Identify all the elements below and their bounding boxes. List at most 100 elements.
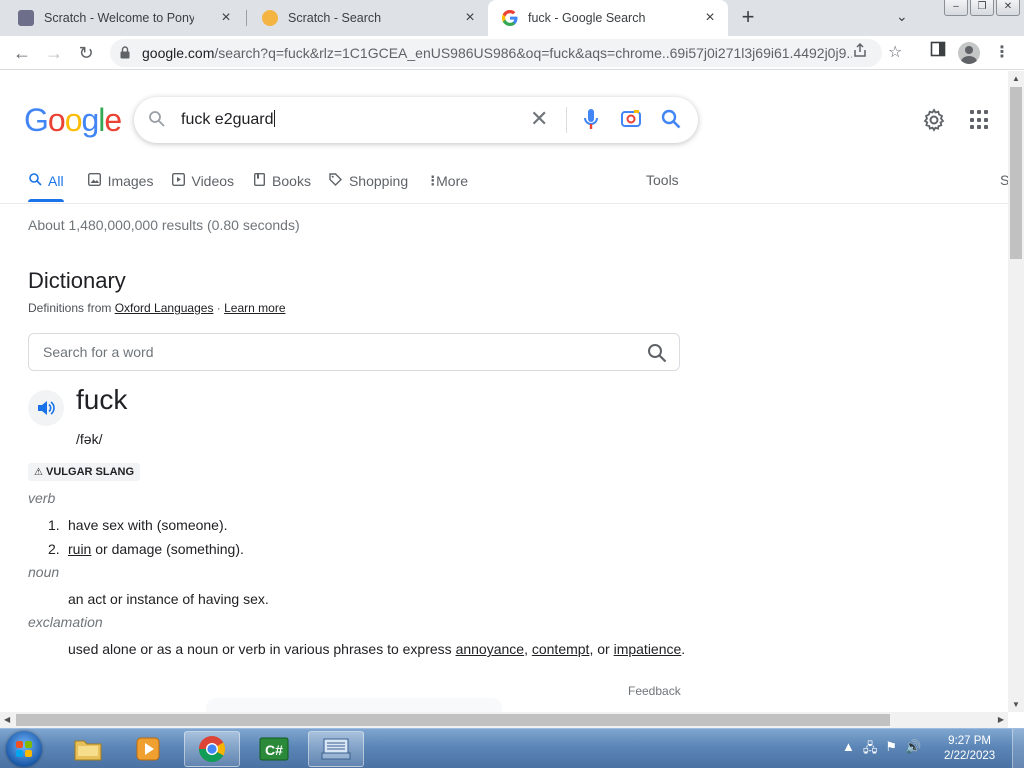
more-vert-icon: ⋮ bbox=[426, 173, 440, 188]
tab-title: fuck - Google Search bbox=[528, 11, 646, 25]
forward-arrow-icon[interactable]: → bbox=[42, 41, 66, 65]
google-favicon-icon bbox=[502, 10, 518, 26]
bookmark-star-icon[interactable]: ☆ bbox=[888, 42, 902, 62]
minimize-button[interactable]: ‒ bbox=[944, 0, 968, 16]
annoyance-link[interactable]: annoyance bbox=[456, 641, 525, 657]
separator: , bbox=[524, 641, 532, 657]
part-of-speech-exclamation: exclamation bbox=[28, 614, 103, 630]
horizontal-scrollbar[interactable]: ◀ ▶ bbox=[0, 712, 1008, 728]
close-window-button[interactable]: ✕ bbox=[996, 0, 1020, 16]
dictionary-search-input[interactable]: Search for a word bbox=[28, 333, 680, 371]
tab-books[interactable]: Books bbox=[252, 170, 311, 192]
divider bbox=[566, 107, 567, 133]
search-box[interactable]: fuck e2guard ✕ bbox=[134, 97, 698, 143]
phonetic-text: /fək/ bbox=[76, 431, 103, 447]
microphone-icon[interactable] bbox=[582, 108, 600, 137]
impatience-link[interactable]: impatience bbox=[614, 641, 682, 657]
volume-icon[interactable]: 🔊 bbox=[905, 739, 921, 761]
google-logo[interactable]: Google bbox=[24, 102, 122, 139]
warning-icon: ⚠ bbox=[34, 467, 43, 478]
register-badge: ⚠ VULGAR SLANG bbox=[28, 463, 141, 481]
dictionary-search-placeholder: Search for a word bbox=[43, 344, 154, 360]
new-tab-button[interactable]: + bbox=[736, 6, 760, 30]
vertical-scroll-thumb[interactable] bbox=[1010, 87, 1022, 259]
close-tab-icon[interactable]: × bbox=[702, 10, 718, 26]
media-player-icon bbox=[136, 737, 160, 761]
show-hidden-icons-icon[interactable]: ▲ bbox=[842, 739, 855, 761]
vertical-scrollbar[interactable]: ▲ ▼ bbox=[1008, 71, 1024, 712]
taskbar-csharp-app[interactable]: C# bbox=[246, 731, 302, 767]
active-tab-indicator bbox=[28, 199, 64, 202]
pronunciation-speaker-button[interactable] bbox=[28, 390, 64, 426]
address-bar[interactable]: google.com/search?q=fuck&rlz=1C1GCEA_enU… bbox=[110, 39, 902, 67]
part-of-speech-verb: verb bbox=[28, 490, 56, 506]
logo-letter: o bbox=[47, 102, 66, 138]
restore-button[interactable]: ❐ bbox=[970, 0, 994, 16]
network-icon[interactable]: 🖧 bbox=[863, 739, 878, 761]
start-button[interactable] bbox=[6, 731, 42, 767]
settings-gear-icon[interactable] bbox=[922, 108, 946, 137]
taskbar-media-player[interactable] bbox=[120, 731, 176, 767]
scroll-down-arrow-icon[interactable]: ▼ bbox=[1012, 700, 1020, 709]
scroll-right-arrow-icon[interactable]: ▶ bbox=[998, 715, 1004, 724]
definition-text: or damage (something). bbox=[91, 541, 244, 557]
feedback-link[interactable]: Feedback bbox=[628, 684, 681, 698]
show-desktop-button[interactable] bbox=[1012, 729, 1024, 768]
tools-button[interactable]: Tools bbox=[646, 172, 679, 188]
side-panel-icon[interactable] bbox=[926, 41, 950, 65]
windows-taskbar: C# ▲ 🖧 ⚑ 🔊 9:27 PM 2/22/2023 bbox=[0, 728, 1024, 768]
tab-search-chevron-icon[interactable]: ⌄ bbox=[896, 8, 908, 25]
chrome-icon bbox=[198, 736, 226, 763]
tab-more[interactable]: ⋮ More bbox=[426, 170, 468, 192]
tab-all[interactable]: All bbox=[28, 170, 64, 192]
logo-letter: G bbox=[24, 102, 49, 138]
close-tab-icon[interactable]: × bbox=[462, 10, 478, 26]
scroll-up-arrow-icon[interactable]: ▲ bbox=[1012, 74, 1020, 83]
browser-menu-icon[interactable]: ⋮ bbox=[990, 41, 1014, 65]
scroll-left-arrow-icon[interactable]: ◀ bbox=[4, 715, 10, 724]
browser-tab-strip: Scratch - Welcome to Pony Scratch × Scra… bbox=[0, 0, 1024, 36]
close-tab-icon[interactable]: × bbox=[218, 10, 234, 26]
browser-tab-pony-scratch[interactable]: Scratch - Welcome to Pony Scratch × bbox=[4, 0, 244, 36]
browser-tab-scratch-search[interactable]: Scratch - Search × bbox=[248, 0, 488, 36]
learn-more-link[interactable]: Learn more bbox=[224, 301, 285, 315]
reload-icon[interactable]: ↻ bbox=[74, 41, 98, 65]
clear-search-icon[interactable]: ✕ bbox=[530, 108, 548, 130]
tab-separator bbox=[246, 10, 247, 26]
taskbar-clock[interactable]: 9:27 PM 2/22/2023 bbox=[944, 734, 995, 764]
definition-item: 2. ruin or damage (something). bbox=[48, 541, 244, 557]
action-center-flag-icon[interactable]: ⚑ bbox=[885, 739, 897, 761]
definition-number: 1. bbox=[48, 517, 60, 533]
google-apps-icon[interactable] bbox=[970, 110, 990, 130]
lock-icon[interactable] bbox=[120, 46, 132, 60]
tab-title: Scratch - Welcome to Pony Scratch bbox=[44, 11, 194, 25]
tab-label: Shopping bbox=[348, 173, 409, 189]
back-arrow-icon[interactable]: ← bbox=[10, 41, 34, 65]
tab-images[interactable]: Images bbox=[88, 170, 153, 192]
taskbar-chrome[interactable] bbox=[184, 731, 240, 767]
browser-tab-google-search[interactable]: fuck - Google Search × bbox=[488, 0, 728, 36]
tab-label: All bbox=[48, 173, 64, 189]
contempt-link[interactable]: contempt bbox=[532, 641, 590, 657]
video-icon bbox=[171, 172, 185, 189]
taskbar-onscreen-keyboard[interactable] bbox=[308, 731, 364, 767]
search-icon[interactable] bbox=[647, 343, 667, 368]
taskbar-explorer[interactable] bbox=[60, 731, 116, 767]
clock-time: 9:27 PM bbox=[948, 735, 991, 747]
source-prefix: Definitions from bbox=[28, 301, 115, 315]
tab-label: More bbox=[436, 173, 469, 189]
horizontal-scroll-thumb[interactable] bbox=[16, 714, 890, 726]
google-lens-icon[interactable] bbox=[620, 108, 642, 135]
scratch-favicon-icon bbox=[262, 10, 278, 26]
share-icon[interactable] bbox=[852, 42, 868, 63]
tab-videos[interactable]: Videos bbox=[171, 170, 234, 192]
ruin-link[interactable]: ruin bbox=[68, 541, 91, 557]
part-of-speech-noun: noun bbox=[28, 564, 60, 580]
tab-shopping[interactable]: Shopping bbox=[329, 170, 408, 192]
google-search-icon[interactable] bbox=[660, 108, 682, 135]
profile-avatar[interactable] bbox=[958, 41, 982, 65]
partially-visible-button[interactable] bbox=[206, 698, 502, 712]
oxford-languages-link[interactable]: Oxford Languages bbox=[115, 301, 214, 315]
search-query-text[interactable]: fuck e2guard bbox=[181, 110, 275, 129]
register-label: VULGAR SLANG bbox=[46, 466, 135, 478]
